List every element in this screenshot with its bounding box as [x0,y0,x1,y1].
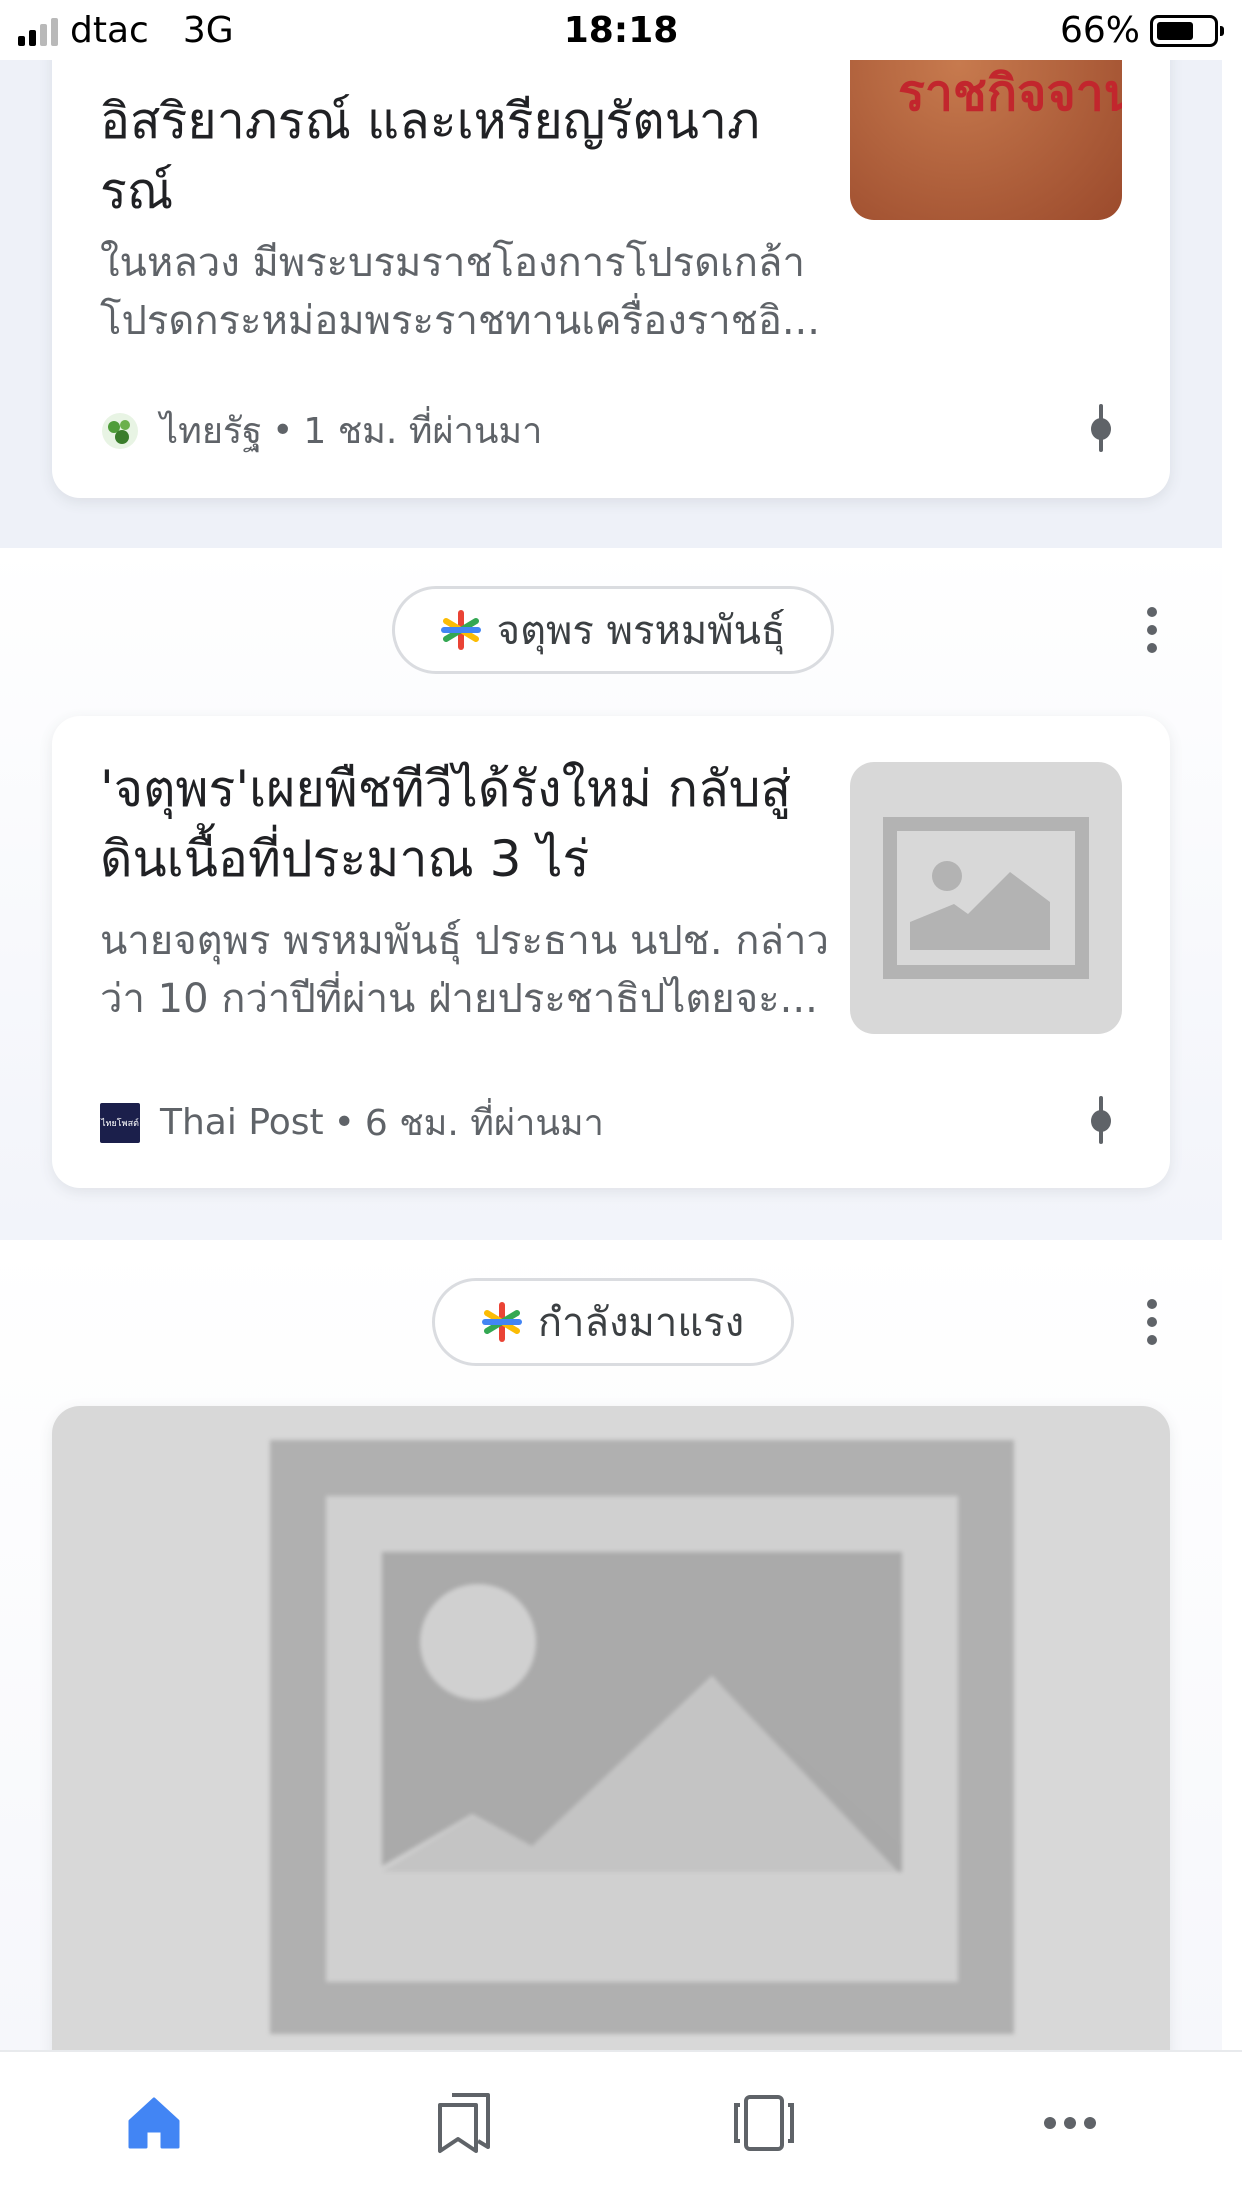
title-line: ดินเนื้อที่ประมาณ 3 ไร่ [100,830,590,888]
thaipost-logo-icon: ไทยโพสต์ [100,1102,140,1143]
thumbnail-text: ราชกิจจาน [898,63,1122,122]
news-card[interactable]: 'จตุพร'เผยพืชทีวีได้รังใหม่ กลับสู่ ดินเ… [52,716,1170,1188]
image-placeholder-icon [270,1440,1014,2034]
status-bar: dtac 3G 18:18 66% [0,0,1242,60]
time-ago: 1 ชม. ที่ผ่านมา [303,411,543,452]
more-icon [1044,2117,1096,2129]
meta-separator: • [333,1102,355,1143]
title-line: อิสริยาภรณ์ และเหรียญรัตนาภ [100,92,760,150]
snippet-line: ว่า 10 กว่าปีที่ผ่าน ฝ่ายประชาธิปไตยจะ..… [100,976,818,1022]
tabs-icon [734,2095,794,2151]
snippet-line: โปรดกระหม่อมพระราชทานเครื่องราชอิ... [100,298,820,344]
article-meta: ไทยโพสต์ Thai Post • 6 ชม. ที่ผ่านมา [100,1094,604,1151]
image-placeholder-icon [883,817,1089,979]
clock: 18:18 [563,10,679,51]
bookmarks-icon [438,2093,490,2153]
snippet-line: ในหลวง มีพระบรมราชโองการโปรดเกล้า [100,240,805,286]
topic-chip[interactable]: กำลังมาแรง [432,1278,794,1366]
article-thumbnail[interactable] [850,762,1122,1034]
nav-tabs[interactable] [714,2078,814,2168]
article-snippet: ในหลวง มีพระบรมราชโองการโปรดเกล้า โปรดกร… [100,234,880,350]
google-star-icon [481,1302,522,1342]
home-icon [128,2097,180,2149]
more-options-icon[interactable] [1086,1090,1116,1150]
battery-status: 66% [1059,10,1224,51]
nav-bookmarks[interactable] [414,2078,514,2168]
more-options-icon[interactable] [1086,398,1116,458]
article-title[interactable]: อิสริยาภรณ์ และเหรียญรัตนาภ รณ์ [100,86,840,226]
source-name: Thai Post [160,1102,324,1143]
source-name: ไทยรัฐ [160,411,263,452]
topic-chip[interactable]: จตุพร พรหมพันธุ์ [392,586,834,674]
title-line: รณ์ [100,162,174,220]
battery-percent: 66% [1059,10,1140,51]
thairath-logo-icon [102,412,138,449]
snippet-line: นายจตุพร พรหมพันธุ์ ประธาน นปช. กล่าว [100,918,829,964]
topic-more-icon[interactable] [1130,1292,1174,1352]
article-snippet: นายจตุพร พรหมพันธุ์ ประธาน นปช. กล่าว ว่… [100,912,880,1028]
google-star-icon [440,610,481,650]
topic-label: จตุพร พรหมพันธุ์ [496,608,786,654]
article-meta: ไทยรัฐ • 1 ชม. ที่ผ่านมา [100,402,542,459]
topic-label: กำลังมาแรง [537,1300,745,1346]
bottom-navigation [0,2050,1242,2210]
featured-card[interactable] [52,1406,1170,2066]
title-line: 'จตุพร'เผยพืชทีวีได้รังใหม่ กลับสู่ [100,760,791,818]
topic-more-icon[interactable] [1130,600,1174,660]
time-ago: 6 ชม. ที่ผ่านมา [364,1103,604,1144]
meta-separator: • [272,410,294,451]
battery-icon [1150,14,1224,47]
news-card[interactable]: อิสริยาภรณ์ และเหรียญรัตนาภ รณ์ ในหลวง ม… [52,0,1170,498]
nav-home[interactable] [104,2078,204,2168]
article-title[interactable]: 'จตุพร'เผยพืชทีวีได้รังใหม่ กลับสู่ ดินเ… [100,754,840,894]
nav-more[interactable] [1020,2078,1120,2168]
scroll-edge [1222,60,1242,2050]
